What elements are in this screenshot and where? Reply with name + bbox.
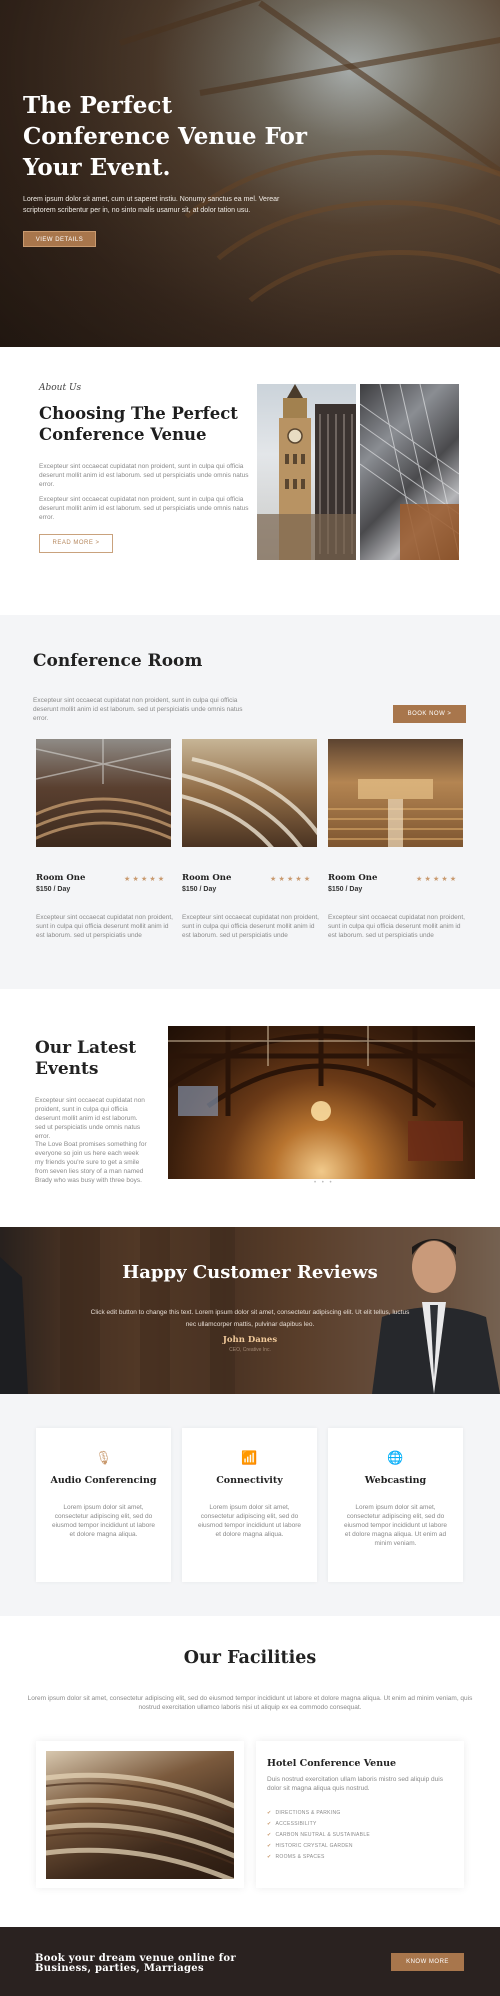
check-icon: ✔ (267, 1810, 272, 1816)
facilities-description: Lorem ipsum dolor sit amet, consectetur … (27, 1695, 473, 1711)
list-item[interactable]: ✔ CARBON NEUTRAL & SUSTAINABLE (267, 1830, 370, 1841)
service-card: 🌐 Webcasting Lorem ipsum dolor sit amet,… (328, 1428, 463, 1582)
star-rating-icon: ★★★★★ (416, 876, 459, 883)
list-item[interactable]: ✔ ACCESSIBILITY (267, 1819, 370, 1830)
star-rating-icon: ★★★★★ (270, 876, 313, 883)
wifi-icon: 📶 (241, 1450, 258, 1465)
clock-tower-image (257, 384, 356, 560)
room-image[interactable] (36, 739, 171, 847)
microphone-icon: 🎙 (95, 1450, 112, 1465)
facility-list: ✔ DIRECTIONS & PARKING ✔ ACCESSIBILITY ✔ CA… (267, 1808, 370, 1863)
room-image[interactable] (328, 739, 463, 847)
room-price: $150 / Day (328, 886, 363, 893)
check-icon: ✔ (267, 1832, 272, 1838)
list-item[interactable]: ✔ HISTORIC CRYSTAL GARDEN (267, 1841, 370, 1852)
room-name: Room One (328, 873, 378, 883)
facilities-title: Our Facilities (183, 1648, 317, 1668)
chamber-seating-image[interactable] (46, 1751, 234, 1879)
reviewer-name: John Danes (222, 1335, 278, 1345)
room-name: Room One (36, 873, 86, 883)
know-more-button[interactable]: KNOW MORE (391, 1953, 464, 1971)
room-description: Excepteur sint occaecat cupidatat non pr… (182, 914, 319, 939)
carousel-dots[interactable]: • • • (314, 1180, 334, 1186)
service-text: Lorem ipsum dolor sit amet, consectetur … (52, 1504, 155, 1538)
facility-image-card (36, 1741, 244, 1888)
room-description: Excepteur sint occaecat cupidatat non pr… (36, 914, 173, 939)
hero-section: The Perfect Conference Venue For Your Ev… (0, 0, 500, 347)
events-title: Our Latest Events (35, 1038, 137, 1079)
hero-text: Lorem ipsum dolor sit amet, cum ut saper… (23, 196, 280, 214)
reviewer-role: CEO, Creative Inc. (229, 1347, 271, 1353)
room-image[interactable] (182, 739, 317, 847)
about-paragraph: Excepteur sint occaecat cupidatat non pr… (39, 463, 249, 488)
conference-title: Conference Room (33, 651, 203, 671)
list-item[interactable]: ✔ DIRECTIONS & PARKING (267, 1808, 370, 1819)
service-title: Webcasting (364, 1475, 427, 1486)
globe-icon: 🌐 (387, 1450, 404, 1465)
facility-info-card: Hotel Conference Venue Duis nostrud exer… (256, 1741, 464, 1888)
facility-card-title: Hotel Conference Venue (267, 1758, 397, 1769)
view-details-button[interactable]: VIEW DETAILS (23, 231, 96, 247)
check-icon: ✔ (267, 1843, 272, 1849)
room-description: Excepteur sint occaecat cupidatat non pr… (328, 914, 465, 939)
check-icon: ✔ (267, 1821, 272, 1827)
room-price: $150 / Day (36, 886, 71, 893)
room-name: Room One (182, 873, 232, 883)
cta-line: Business, parties, Marriages (35, 1963, 204, 1974)
reviews-title: Happy Customer Reviews (122, 1262, 378, 1283)
hero-title: The Perfect Conference Venue For Your Ev… (23, 92, 307, 181)
room-price: $150 / Day (182, 886, 217, 893)
star-rating-icon: ★★★★★ (124, 876, 167, 883)
events-paragraph: The Love Boat promises something for eve… (35, 1141, 147, 1184)
read-more-button[interactable]: READ MORE > (39, 534, 113, 553)
list-item[interactable]: ✔ ROOMS & SPACES (267, 1852, 370, 1863)
about-eyebrow: About Us (39, 383, 82, 393)
service-title: Audio Conferencing (50, 1475, 157, 1486)
suit-edge-image (0, 1257, 28, 1394)
service-text: Lorem ipsum dolor sit amet, consectetur … (198, 1504, 301, 1538)
service-card: 📶 Connectivity Lorem ipsum dolor sit ame… (182, 1428, 317, 1582)
check-icon: ✔ (267, 1854, 272, 1860)
review-quote: Click edit button to change this text. L… (90, 1309, 410, 1328)
events-paragraph: Excepteur sint occaecat cupidatat non pr… (35, 1097, 145, 1140)
glass-ceiling-image (360, 384, 459, 560)
cta-text: Book your dream venue online for Busines… (35, 1954, 285, 1974)
about-paragraph: Excepteur sint occaecat cupidatat non pr… (39, 496, 249, 521)
service-card: 🎙 Audio Conferencing Lorem ipsum dolor s… (36, 1428, 171, 1582)
service-text: Lorem ipsum dolor sit amet, consectetur … (344, 1504, 447, 1547)
about-title: Choosing The Perfect Conference Venue (39, 404, 238, 444)
event-hall-image[interactable] (168, 1026, 475, 1179)
book-now-button[interactable]: BOOK NOW > (393, 705, 466, 723)
facility-card-text: Duis nostrud exercitation ullam laboris … (267, 1776, 443, 1792)
service-title: Connectivity (216, 1475, 283, 1486)
conference-description: Excepteur sint occaecat cupidatat non pr… (33, 697, 243, 722)
